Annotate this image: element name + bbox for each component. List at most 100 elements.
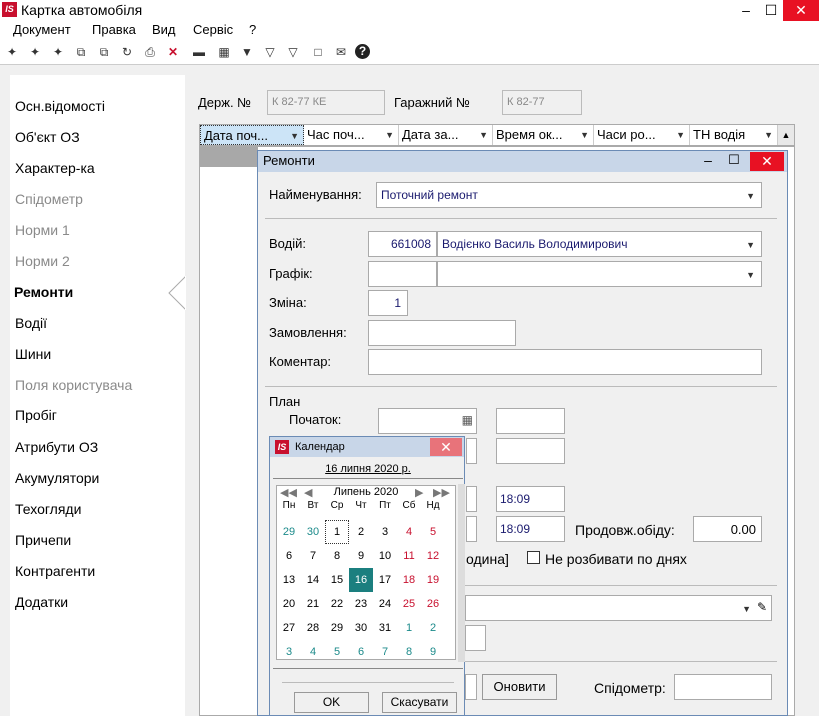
calendar-day[interactable]: 18 [397, 568, 421, 592]
calendar-day[interactable]: 31 [373, 616, 397, 640]
sidebar-item-trailers[interactable]: Причепи [15, 531, 71, 549]
start-time-field[interactable] [496, 408, 565, 434]
new-icon[interactable]: ✦ [2, 42, 22, 62]
calendar-day[interactable]: 21 [301, 592, 325, 616]
calendar-day[interactable]: 16 [349, 568, 373, 592]
calendar-day[interactable]: 24 [373, 592, 397, 616]
menu-document[interactable]: Документ [13, 22, 71, 37]
calendar-day[interactable]: 2 [349, 520, 373, 544]
dialog-maximize-icon[interactable]: ☐ [724, 152, 744, 170]
refresh-button[interactable]: Оновити [482, 674, 557, 700]
col-end-date[interactable]: Дата за... ▼ [399, 125, 493, 145]
next-month-icon[interactable]: ▶ [415, 486, 423, 499]
calendar-today-link[interactable]: 16 липня 2020 р. [273, 460, 463, 478]
delete-row-icon[interactable]: ✦ [48, 42, 68, 62]
calendar-day[interactable]: 28 [301, 616, 325, 640]
calendar-day[interactable]: 1 [325, 520, 349, 544]
sidebar-item-attachments[interactable]: Додатки [15, 593, 68, 611]
calendar-day[interactable]: 25 [397, 592, 421, 616]
fact-start-time-field[interactable]: 18:09 [496, 486, 565, 512]
menu-view[interactable]: Вид [152, 22, 176, 37]
calendar-day[interactable]: 27 [277, 616, 301, 640]
calendar-day[interactable]: 8 [397, 640, 421, 664]
mail-icon[interactable]: ✉ [331, 42, 351, 62]
name-select[interactable]: Поточний ремонт ▼ [376, 182, 762, 208]
no-split-checkbox[interactable] [527, 551, 540, 564]
calendar-scrollbar[interactable] [458, 484, 465, 662]
sidebar-item-batteries[interactable]: Акумулятори [15, 469, 99, 487]
driver-code-field[interactable]: 661008 [368, 231, 437, 257]
col-start-time[interactable]: Час поч... ▼ [304, 125, 399, 145]
calendar-day[interactable]: 2 [421, 616, 445, 640]
close-icon[interactable]: ✕ [783, 0, 819, 21]
copy-icon[interactable]: ⧉ [71, 42, 91, 62]
col-start-date[interactable]: Дата поч... ▼ [200, 125, 304, 145]
shift-field[interactable]: 1 [368, 290, 408, 316]
col-end-time[interactable]: Время ок... ▼ [493, 125, 594, 145]
dialog-minimize-icon[interactable]: – [698, 152, 718, 170]
calendar-cancel-button[interactable]: Скасувати [382, 692, 457, 713]
calendar-day[interactable]: 13 [277, 568, 301, 592]
lunch-field[interactable]: 0.00 [693, 516, 762, 542]
next-year-icon[interactable]: ▶▶ [433, 486, 450, 499]
calendar-day[interactable]: 7 [373, 640, 397, 664]
col-hours[interactable]: Часи ро... ▼ [594, 125, 690, 145]
calendar-close-icon[interactable]: ✕ [430, 438, 462, 456]
sidebar-item-inspections[interactable]: Техогляди [15, 500, 81, 518]
calendar-day[interactable]: 29 [277, 520, 301, 544]
calendar-day[interactable]: 15 [325, 568, 349, 592]
paste-icon[interactable]: ⧉ [94, 42, 114, 62]
minimize-icon[interactable]: – [733, 0, 759, 21]
end-date-field[interactable] [466, 438, 477, 464]
refresh-icon[interactable]: ↻ [117, 42, 137, 62]
comment-icon[interactable]: ▬ [189, 42, 209, 62]
calendar-day[interactable]: 14 [301, 568, 325, 592]
sidebar-item-norms2[interactable]: Норми 2 [15, 252, 70, 270]
delete-icon[interactable]: ✕ [163, 42, 183, 62]
calendar-day[interactable]: 20 [277, 592, 301, 616]
calendar-day[interactable]: 23 [349, 592, 373, 616]
schedule-select[interactable]: ▼ [437, 261, 762, 287]
calendar-day[interactable]: 6 [349, 640, 373, 664]
filter-icon[interactable]: ▼ [237, 42, 257, 62]
calendar-day[interactable]: 3 [373, 520, 397, 544]
pencil-icon[interactable]: ✎ [757, 600, 767, 614]
calendar-day[interactable]: 22 [325, 592, 349, 616]
calendar-icon[interactable]: ▦ [462, 413, 473, 427]
document-icon[interactable]: □ [308, 42, 328, 62]
speedometer-before-field[interactable] [465, 674, 477, 700]
sidebar-item-norms1[interactable]: Норми 1 [15, 221, 70, 239]
garage-no-field[interactable]: К 82-77 [502, 90, 582, 115]
dialog-close-icon[interactable]: ✕ [750, 152, 784, 171]
sidebar-item-repairs[interactable]: Ремонти [14, 283, 73, 301]
table-icon[interactable]: ▦ [214, 42, 234, 62]
comment-field[interactable] [368, 349, 762, 375]
calendar-day[interactable]: 19 [421, 568, 445, 592]
calendar-day[interactable]: 9 [421, 640, 445, 664]
sidebar-item-contractors[interactable]: Контрагенти [15, 562, 95, 580]
start-date-field[interactable]: ▦ [378, 408, 477, 434]
sidebar-item-speedometer[interactable]: Спідометр [15, 190, 83, 208]
state-no-field[interactable]: К 82-77 КЕ [267, 90, 385, 115]
sidebar-item-tires[interactable]: Шини [15, 345, 51, 363]
calendar-day[interactable]: 30 [349, 616, 373, 640]
sidebar-item-user-fields[interactable]: Поля користувача [15, 376, 132, 394]
grid-selected-row[interactable] [200, 147, 258, 167]
calendar-day[interactable]: 11 [397, 544, 421, 568]
sidebar-item-attributes[interactable]: Атрибути ОЗ [15, 438, 98, 456]
help-icon[interactable]: ? [355, 44, 370, 59]
fact-end-date-field[interactable] [466, 516, 477, 542]
end-time-field[interactable] [496, 438, 565, 464]
calendar-day[interactable]: 17 [373, 568, 397, 592]
sidebar-item-object[interactable]: Об'єкт ОЗ [15, 128, 80, 146]
print-icon[interactable]: ⎙ [140, 42, 160, 62]
sidebar-item-mileage[interactable]: Пробіг [15, 406, 57, 424]
col-driver-tn[interactable]: ТН водія ▼ [690, 125, 778, 145]
extra-select[interactable]: ▼ ✎ [465, 595, 772, 621]
calendar-day[interactable]: 6 [277, 544, 301, 568]
driver-name-select[interactable]: Водієнко Василь Володимирович ▼ [437, 231, 762, 257]
menu-help[interactable]: ? [249, 22, 256, 37]
calendar-day[interactable]: 12 [421, 544, 445, 568]
speedometer-field[interactable] [674, 674, 772, 700]
add-icon[interactable]: ✦ [25, 42, 45, 62]
